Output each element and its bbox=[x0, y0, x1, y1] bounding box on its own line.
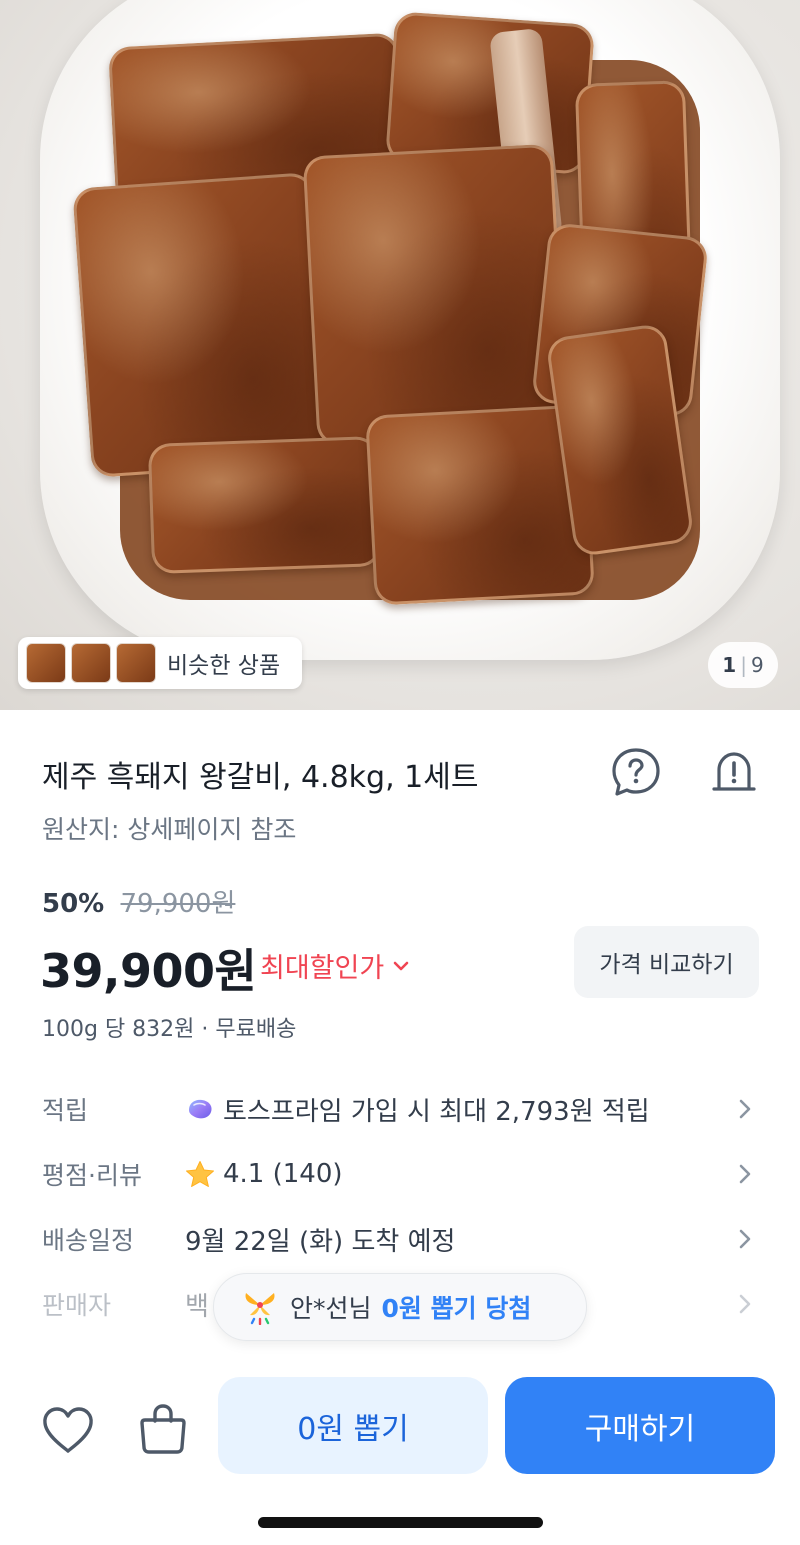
similar-thumbnail bbox=[71, 643, 111, 683]
image-page-indicator: 1 | 9 bbox=[708, 642, 778, 688]
question-icon[interactable] bbox=[606, 742, 666, 802]
product-image[interactable]: 비슷한 상품 1 | 9 bbox=[0, 0, 800, 710]
rib-piece bbox=[147, 436, 383, 574]
sale-price: 39,900원 bbox=[40, 944, 257, 998]
chevron-down-icon bbox=[393, 961, 409, 970]
bottom-action-bar: 0원 뽑기 구매하기 bbox=[0, 1360, 800, 1545]
row-label: 배송일정 bbox=[42, 1226, 135, 1255]
zero-won-draw-button[interactable]: 0원 뽑기 bbox=[218, 1377, 488, 1474]
row-value: 백 bbox=[185, 1291, 209, 1322]
chevron-right-icon bbox=[739, 1294, 751, 1314]
rib-piece bbox=[302, 143, 568, 447]
row-label: 판매자 bbox=[42, 1291, 112, 1320]
winner-user: 안*선님 bbox=[290, 1294, 372, 1323]
like-heart-icon[interactable] bbox=[38, 1400, 98, 1460]
max-discount-label: 최대할인가 bbox=[260, 953, 385, 984]
row-value-wrap: 4.1 (140) bbox=[185, 1159, 343, 1189]
row-value: 4.1 (140) bbox=[223, 1159, 343, 1189]
similar-thumbnail bbox=[26, 643, 66, 683]
row-value-wrap: 토스프라임 가입 시 최대 2,793원 적립 bbox=[185, 1091, 650, 1128]
original-price: 79,900원 bbox=[120, 889, 236, 919]
price-compare-button[interactable]: 가격 비교하기 bbox=[574, 926, 759, 998]
firework-icon bbox=[245, 1293, 275, 1325]
product-origin: 원산지: 상세페이지 참조 bbox=[42, 815, 297, 844]
page-current: 1 bbox=[722, 653, 737, 677]
rib-piece bbox=[72, 171, 332, 479]
discount-line: 50% 79,900원 bbox=[42, 883, 235, 920]
chevron-right-icon bbox=[739, 1099, 751, 1119]
row-label: 적립 bbox=[42, 1096, 89, 1125]
product-title: 제주 흑돼지 왕갈비, 4.8kg, 1세트 bbox=[42, 760, 479, 795]
similar-thumbnail bbox=[116, 643, 156, 683]
buy-button[interactable]: 구매하기 bbox=[505, 1377, 775, 1474]
page-total: 9 bbox=[750, 653, 764, 677]
discount-rate: 50% bbox=[42, 889, 105, 919]
row-label: 평점·리뷰 bbox=[42, 1161, 142, 1190]
winner-message: 0원 뽑기 당첨 bbox=[381, 1294, 532, 1323]
report-siren-icon[interactable] bbox=[704, 742, 764, 802]
max-discount-toggle[interactable]: 최대할인가 bbox=[260, 946, 410, 985]
row-points[interactable]: 적립 토스프라임 가입 시 최대 2,793원 적립 bbox=[0, 1081, 800, 1137]
prime-gem-icon bbox=[185, 1096, 215, 1122]
similar-products-button[interactable]: 비슷한 상품 bbox=[18, 637, 302, 689]
row-value: 9월 22일 (화) 도착 예정 bbox=[185, 1226, 456, 1257]
chevron-right-icon bbox=[739, 1164, 751, 1184]
winner-toast: 안*선님 0원 뽑기 당첨 bbox=[213, 1273, 587, 1341]
row-rating-review[interactable]: 평점·리뷰 4.1 (140) bbox=[0, 1146, 800, 1202]
page-separator: | bbox=[740, 653, 747, 677]
row-delivery-schedule[interactable]: 배송일정 9월 22일 (화) 도착 예정 bbox=[0, 1211, 800, 1267]
star-icon bbox=[185, 1160, 215, 1188]
unit-price-shipping: 100g 당 832원 · 무료배송 bbox=[42, 1017, 297, 1042]
home-indicator[interactable] bbox=[258, 1517, 543, 1528]
row-value: 토스프라임 가입 시 최대 2,793원 적립 bbox=[223, 1096, 650, 1127]
similar-products-label: 비슷한 상품 bbox=[167, 653, 281, 679]
shopping-bag-icon[interactable] bbox=[133, 1398, 193, 1460]
chevron-right-icon bbox=[739, 1229, 751, 1249]
